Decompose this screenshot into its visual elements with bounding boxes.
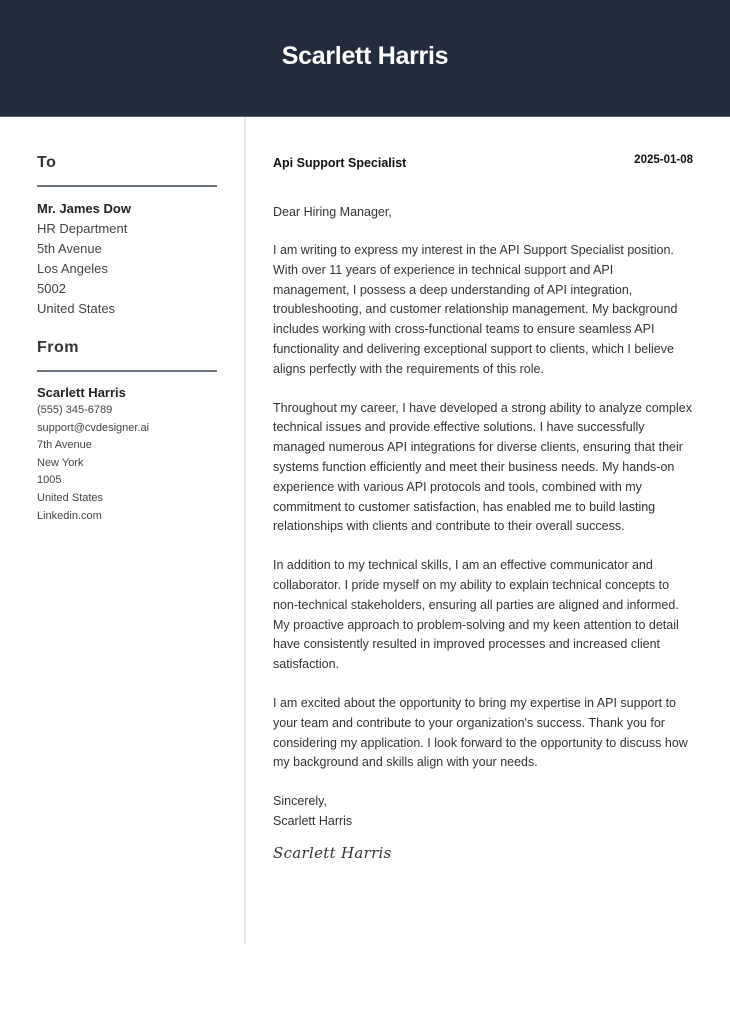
letter-header-row: Api Support Specialist 2025-01-08 (273, 154, 693, 174)
sender-phone: (555) 345-6789 (37, 404, 113, 416)
to-rule (37, 185, 217, 187)
to-heading: To (37, 154, 57, 171)
sender-linkedin: Linkedin.com (37, 509, 102, 522)
sender-zip: 1005 (37, 474, 62, 487)
job-title: Api Support Specialist (273, 156, 407, 170)
paragraph: In addition to my technical skills, I am… (273, 558, 679, 672)
sender-city: New York (37, 456, 84, 469)
sender-street: 7th Avenue (37, 439, 92, 452)
from-rule (37, 370, 217, 372)
recipient-name: Mr. James Dow (37, 201, 131, 216)
recipient-country: United States (37, 301, 116, 316)
applicant-name: Scarlett Harris (281, 42, 449, 70)
sender-name: Scarlett Harris (37, 385, 126, 400)
recipient-zip: 5002 (37, 281, 66, 296)
closing-block: Sincerely, Scarlett Harris (273, 792, 693, 832)
from-heading: From (37, 339, 79, 356)
paragraph: I am writing to express my interest in t… (273, 243, 678, 376)
column-divider (244, 117, 246, 944)
letter-date: 2025-01-08 (634, 154, 693, 166)
sender-country: United States (37, 491, 104, 504)
sender-section: From Scarlett Harris (555) 345-6789 supp… (37, 339, 217, 525)
recipient-street: 5th Avenue (37, 241, 102, 256)
recipient-department: HR Department (37, 221, 128, 236)
signature: Scarlett Harris (273, 843, 392, 862)
greeting: Dear Hiring Manager, (273, 205, 392, 219)
sender-email: support@cvdesigner.ai (37, 421, 150, 434)
recipient-city: Los Angeles (37, 261, 108, 276)
closing-salutation: Sincerely, (273, 794, 327, 809)
paragraph: I am excited about the opportunity to br… (273, 695, 688, 770)
closing-name: Scarlett Harris (273, 813, 353, 828)
letter-body: Api Support Specialist 2025-01-08 Dear H… (273, 154, 693, 862)
sidebar: To Mr. James Dow HR Department 5th Avenu… (37, 154, 217, 525)
paragraph: Throughout my career, I have developed a… (273, 400, 692, 534)
recipient-section: To Mr. James Dow HR Department 5th Avenu… (37, 154, 217, 319)
header-banner: Scarlett Harris (0, 0, 730, 117)
